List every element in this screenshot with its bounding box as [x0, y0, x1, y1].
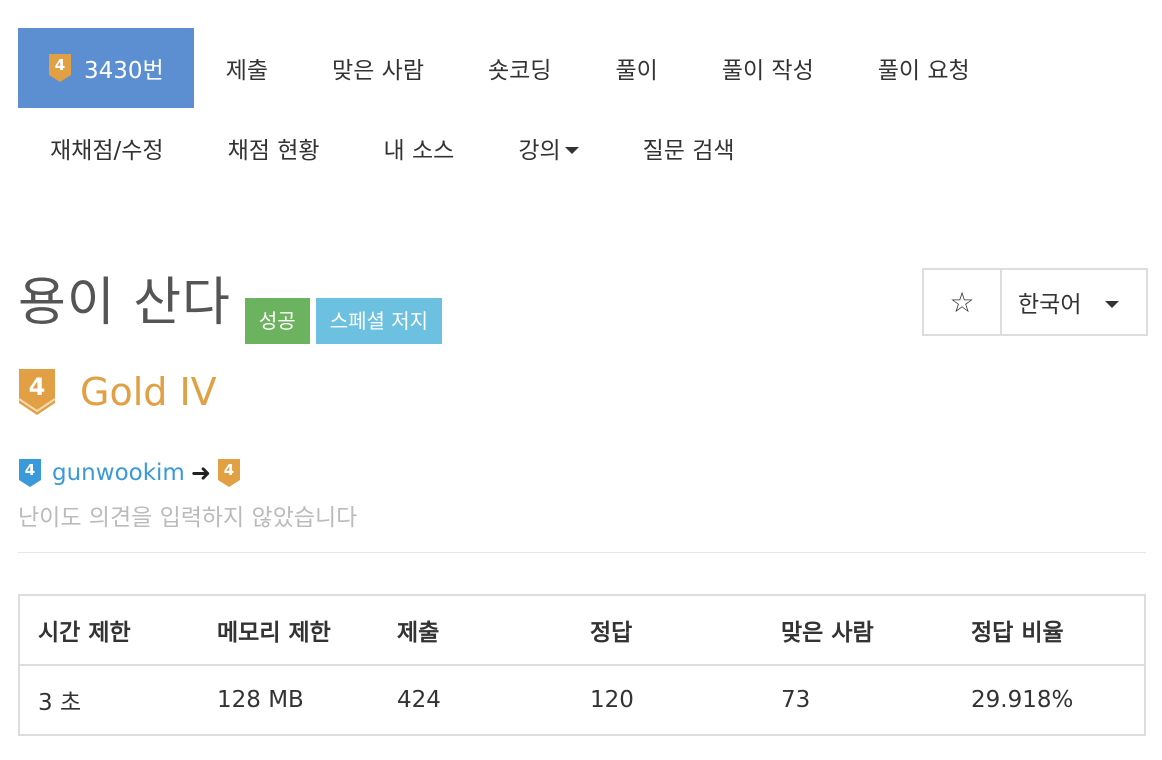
time-limit-value: 3 초 [38, 690, 82, 716]
submissions-value: 424 [397, 687, 441, 713]
tab-solutions[interactable]: 풀이 [583, 28, 689, 108]
divider [18, 552, 1146, 553]
favorite-button[interactable]: ☆ [924, 270, 1002, 334]
tier-name[interactable]: Gold IV [80, 370, 217, 414]
header-solved-users: 맞은 사람 [763, 595, 953, 666]
tab-write-solution[interactable]: 풀이 작성 [690, 28, 846, 108]
status-badge-success[interactable]: 성공 [244, 298, 310, 344]
action-button-group: ☆ 한국어 [922, 268, 1148, 336]
tab-short-coding[interactable]: 숏코딩 [456, 28, 583, 108]
tab-problem-label: 3430번 [84, 58, 164, 84]
language-label: 한국어 [1018, 292, 1082, 318]
solved-users-value: 73 [781, 687, 811, 713]
tier-row: 4 Gold IV [18, 368, 217, 416]
svg-text:4: 4 [25, 461, 35, 479]
special-judge-badge[interactable]: 스페셜 저지 [315, 298, 443, 344]
tab-submit[interactable]: 제출 [194, 28, 300, 108]
title-row: 용이 산다 성공 스페셜 저지 [18, 268, 448, 344]
tab-lectures-label: 강의 [518, 138, 561, 164]
accept-ratio-value: 29.918% [971, 687, 1074, 713]
username-link[interactable]: gunwookim [52, 460, 185, 486]
user-tier-icon: 4 [18, 458, 42, 488]
tab-status[interactable]: 채점 현황 [196, 108, 352, 188]
nav-row-1: 4 3430번 제출 맞은 사람 숏코딩 풀이 풀이 작성 풀이 요청 [18, 28, 1146, 108]
problem-info-table: 시간 제한 메모리 제한 제출 정답 맞은 사람 정답 비율 3 초 128 M… [18, 594, 1146, 736]
tab-rejudge[interactable]: 재채점/수정 [18, 108, 196, 188]
gold-tier-icon: 4 [217, 458, 241, 488]
problem-nav: 4 3430번 제출 맞은 사람 숏코딩 풀이 풀이 작성 풀이 요청 재채점/… [18, 28, 1146, 188]
accepted-value: 120 [590, 687, 634, 713]
tab-lectures[interactable]: 강의 [486, 108, 610, 188]
header-time-limit: 시간 제한 [19, 595, 199, 666]
problem-title: 용이 산다 [18, 273, 231, 333]
tab-my-source[interactable]: 내 소스 [352, 108, 487, 188]
svg-text:4: 4 [224, 461, 234, 479]
tab-problem[interactable]: 4 3430번 [18, 28, 194, 108]
table-row: 3 초 128 MB 424 120 73 29.918% [19, 665, 1145, 735]
header-accepted: 정답 [572, 595, 763, 666]
nav-row-2: 재채점/수정 채점 현황 내 소스 강의 질문 검색 [18, 108, 1146, 188]
gold-tier-icon: 4 [18, 368, 56, 416]
no-opinion-text: 난이도 의견을 입력하지 않았습니다 [18, 505, 358, 531]
header-submissions: 제출 [379, 595, 572, 666]
header-accept-ratio: 정답 비율 [953, 595, 1145, 666]
tab-accepted-users[interactable]: 맞은 사람 [300, 28, 456, 108]
svg-text:4: 4 [55, 56, 65, 74]
tab-question-search[interactable]: 질문 검색 [611, 108, 767, 188]
table-header-row: 시간 제한 메모리 제한 제출 정답 맞은 사람 정답 비율 [19, 595, 1145, 666]
svg-text:4: 4 [29, 373, 46, 401]
header-memory-limit: 메모리 제한 [199, 595, 379, 666]
tab-request-solution[interactable]: 풀이 요청 [846, 28, 1002, 108]
memory-limit-value: 128 MB [217, 687, 304, 713]
caret-down-icon [564, 146, 579, 154]
gold-tier-icon: 4 [48, 53, 72, 83]
language-dropdown[interactable]: 한국어 [1002, 270, 1146, 334]
arrow-right-icon: ➜ [190, 459, 211, 487]
difficulty-contribution: 4 gunwookim ➜ 4 [18, 458, 241, 488]
caret-down-icon [1105, 300, 1120, 308]
star-icon: ☆ [949, 285, 975, 319]
